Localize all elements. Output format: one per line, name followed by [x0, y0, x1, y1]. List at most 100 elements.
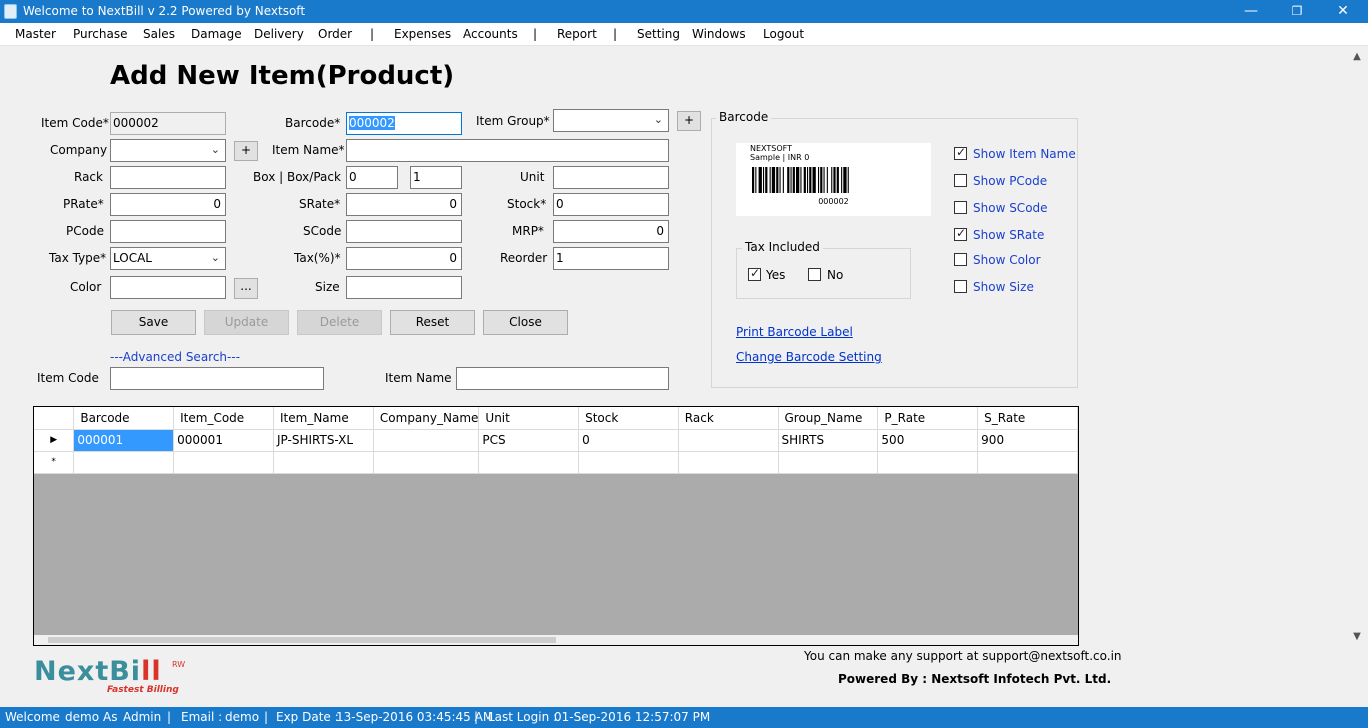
cell-s-rate[interactable]: 900 [977, 429, 1078, 452]
barcode-bars-image [752, 167, 849, 193]
status-last-login-label: Last Login : [488, 710, 558, 724]
stock-field[interactable]: 0 [553, 193, 669, 216]
scroll-down-icon[interactable]: ▼ [1348, 631, 1366, 642]
new-cell[interactable] [273, 451, 374, 474]
new-cell[interactable] [578, 451, 679, 474]
delete-button[interactable]: Delete [297, 310, 382, 335]
cell-p-rate[interactable]: 500 [877, 429, 979, 452]
column-header-s-rate[interactable]: S_Rate [977, 407, 1078, 430]
cell-rack[interactable] [678, 429, 779, 452]
add-item-group-button[interactable]: + [677, 111, 701, 131]
column-header-barcode[interactable]: Barcode [73, 407, 175, 430]
menu-purchase[interactable]: Purchase [73, 27, 128, 41]
column-header-stock[interactable]: Stock [578, 407, 679, 430]
menu-report[interactable]: Report [557, 27, 597, 41]
show-size-checkbox[interactable] [954, 280, 967, 293]
unit-label: Unit [520, 170, 545, 184]
column-header-item-name[interactable]: Item_Name [273, 407, 374, 430]
unit-field[interactable] [553, 166, 669, 189]
show-srate-checkbox[interactable] [954, 226, 967, 241]
company-dropdown[interactable]: ⌄ [110, 139, 226, 162]
save-button[interactable]: Save [111, 310, 196, 335]
grid-horizontal-scrollbar[interactable] [34, 635, 1078, 645]
new-row[interactable]: * [34, 451, 1078, 474]
reset-button[interactable]: Reset [390, 310, 475, 335]
cell-item-name[interactable]: JP-SHIRTS-XL [273, 429, 374, 452]
box-field[interactable]: 0 [346, 166, 398, 189]
srate-field[interactable]: 0 [346, 193, 462, 216]
menu-order[interactable]: Order [318, 27, 352, 41]
cell-group-name[interactable]: SHIRTS [778, 429, 879, 452]
new-cell[interactable] [678, 451, 779, 474]
column-header-company-name[interactable]: Company_Name [373, 407, 480, 430]
show-item-name-checkbox[interactable] [954, 145, 967, 160]
column-header-item-code[interactable]: Item_Code [173, 407, 274, 430]
close-button[interactable]: Close [483, 310, 568, 335]
item-code-field[interactable]: 000002 [110, 112, 226, 135]
menu-expenses[interactable]: Expenses [394, 27, 451, 41]
pcode-field[interactable] [110, 220, 226, 243]
grid-scroll-thumb[interactable] [48, 637, 556, 643]
mrp-field[interactable]: 0 [553, 220, 669, 243]
reorder-field[interactable]: 1 [553, 247, 669, 270]
search-item-name-input[interactable] [456, 367, 669, 390]
cell-company-name[interactable] [373, 429, 480, 452]
close-window-button[interactable]: ✕ [1320, 0, 1366, 23]
scroll-up-icon[interactable]: ▲ [1348, 51, 1366, 62]
color-picker-button[interactable]: ... [234, 278, 258, 299]
form-vertical-scrollbar[interactable]: ▲ ▼ [1348, 47, 1366, 647]
new-cell[interactable] [373, 451, 480, 474]
show-pcode-checkbox[interactable] [954, 174, 967, 187]
column-header-unit[interactable]: Unit [478, 407, 580, 430]
menu-delivery[interactable]: Delivery [254, 27, 304, 41]
menu-sales[interactable]: Sales [143, 27, 175, 41]
company-label: Company [50, 143, 108, 157]
menu-master[interactable]: Master [15, 27, 56, 41]
size-field[interactable] [346, 276, 462, 299]
column-header-rack[interactable]: Rack [678, 407, 779, 430]
restore-button[interactable]: ❐ [1274, 0, 1320, 23]
tax-included-yes-checkbox[interactable] [748, 266, 761, 281]
show-color-checkbox[interactable] [954, 253, 967, 266]
new-cell[interactable] [778, 451, 879, 474]
color-field[interactable] [110, 276, 226, 299]
update-button[interactable]: Update [204, 310, 289, 335]
new-cell[interactable] [877, 451, 979, 474]
item-group-dropdown[interactable]: ⌄ [553, 109, 669, 132]
scode-field[interactable] [346, 220, 462, 243]
new-cell[interactable] [173, 451, 274, 474]
print-barcode-label-link[interactable]: Print Barcode Label [736, 325, 853, 339]
cell-unit[interactable]: PCS [478, 429, 580, 452]
menu-damage[interactable]: Damage [191, 27, 242, 41]
show-scode-checkbox[interactable] [954, 201, 967, 214]
menu-windows[interactable]: Windows [692, 27, 746, 41]
box-per-pack-field[interactable]: 1 [410, 166, 462, 189]
item-name-field[interactable] [346, 139, 669, 162]
prate-field[interactable]: 0 [110, 193, 226, 216]
status-welcome: Welcome [5, 710, 60, 724]
items-grid[interactable]: Barcode Item_Code Item_Name Company_Name… [33, 406, 1079, 646]
tax-type-dropdown[interactable]: LOCAL ⌄ [110, 247, 226, 270]
row-new-marker[interactable]: * [34, 451, 75, 474]
add-company-button[interactable]: + [234, 141, 258, 161]
new-cell[interactable] [977, 451, 1078, 474]
cell-stock[interactable]: 0 [578, 429, 679, 452]
tax-included-no-checkbox[interactable] [808, 268, 821, 281]
tax-percent-field[interactable]: 0 [346, 247, 462, 270]
column-header-group-name[interactable]: Group_Name [778, 407, 879, 430]
barcode-field[interactable]: 000002 [346, 112, 462, 135]
new-cell[interactable] [478, 451, 580, 474]
change-barcode-setting-link[interactable]: Change Barcode Setting [736, 350, 882, 364]
column-header-p-rate[interactable]: P_Rate [877, 407, 979, 430]
rack-field[interactable] [110, 166, 226, 189]
table-row[interactable]: ▶ 000001 000001 JP-SHIRTS-XL PCS 0 SHIRT… [34, 429, 1078, 452]
cell-barcode[interactable]: 000001 [73, 429, 175, 452]
search-item-code-input[interactable] [110, 367, 324, 390]
menu-setting[interactable]: Setting [637, 27, 680, 41]
menu-logout[interactable]: Logout [763, 27, 804, 41]
row-current-marker[interactable]: ▶ [34, 429, 75, 452]
new-cell[interactable] [73, 451, 175, 474]
minimize-button[interactable]: — [1228, 0, 1274, 23]
menu-accounts[interactable]: Accounts [463, 27, 518, 41]
cell-item-code[interactable]: 000001 [173, 429, 274, 452]
